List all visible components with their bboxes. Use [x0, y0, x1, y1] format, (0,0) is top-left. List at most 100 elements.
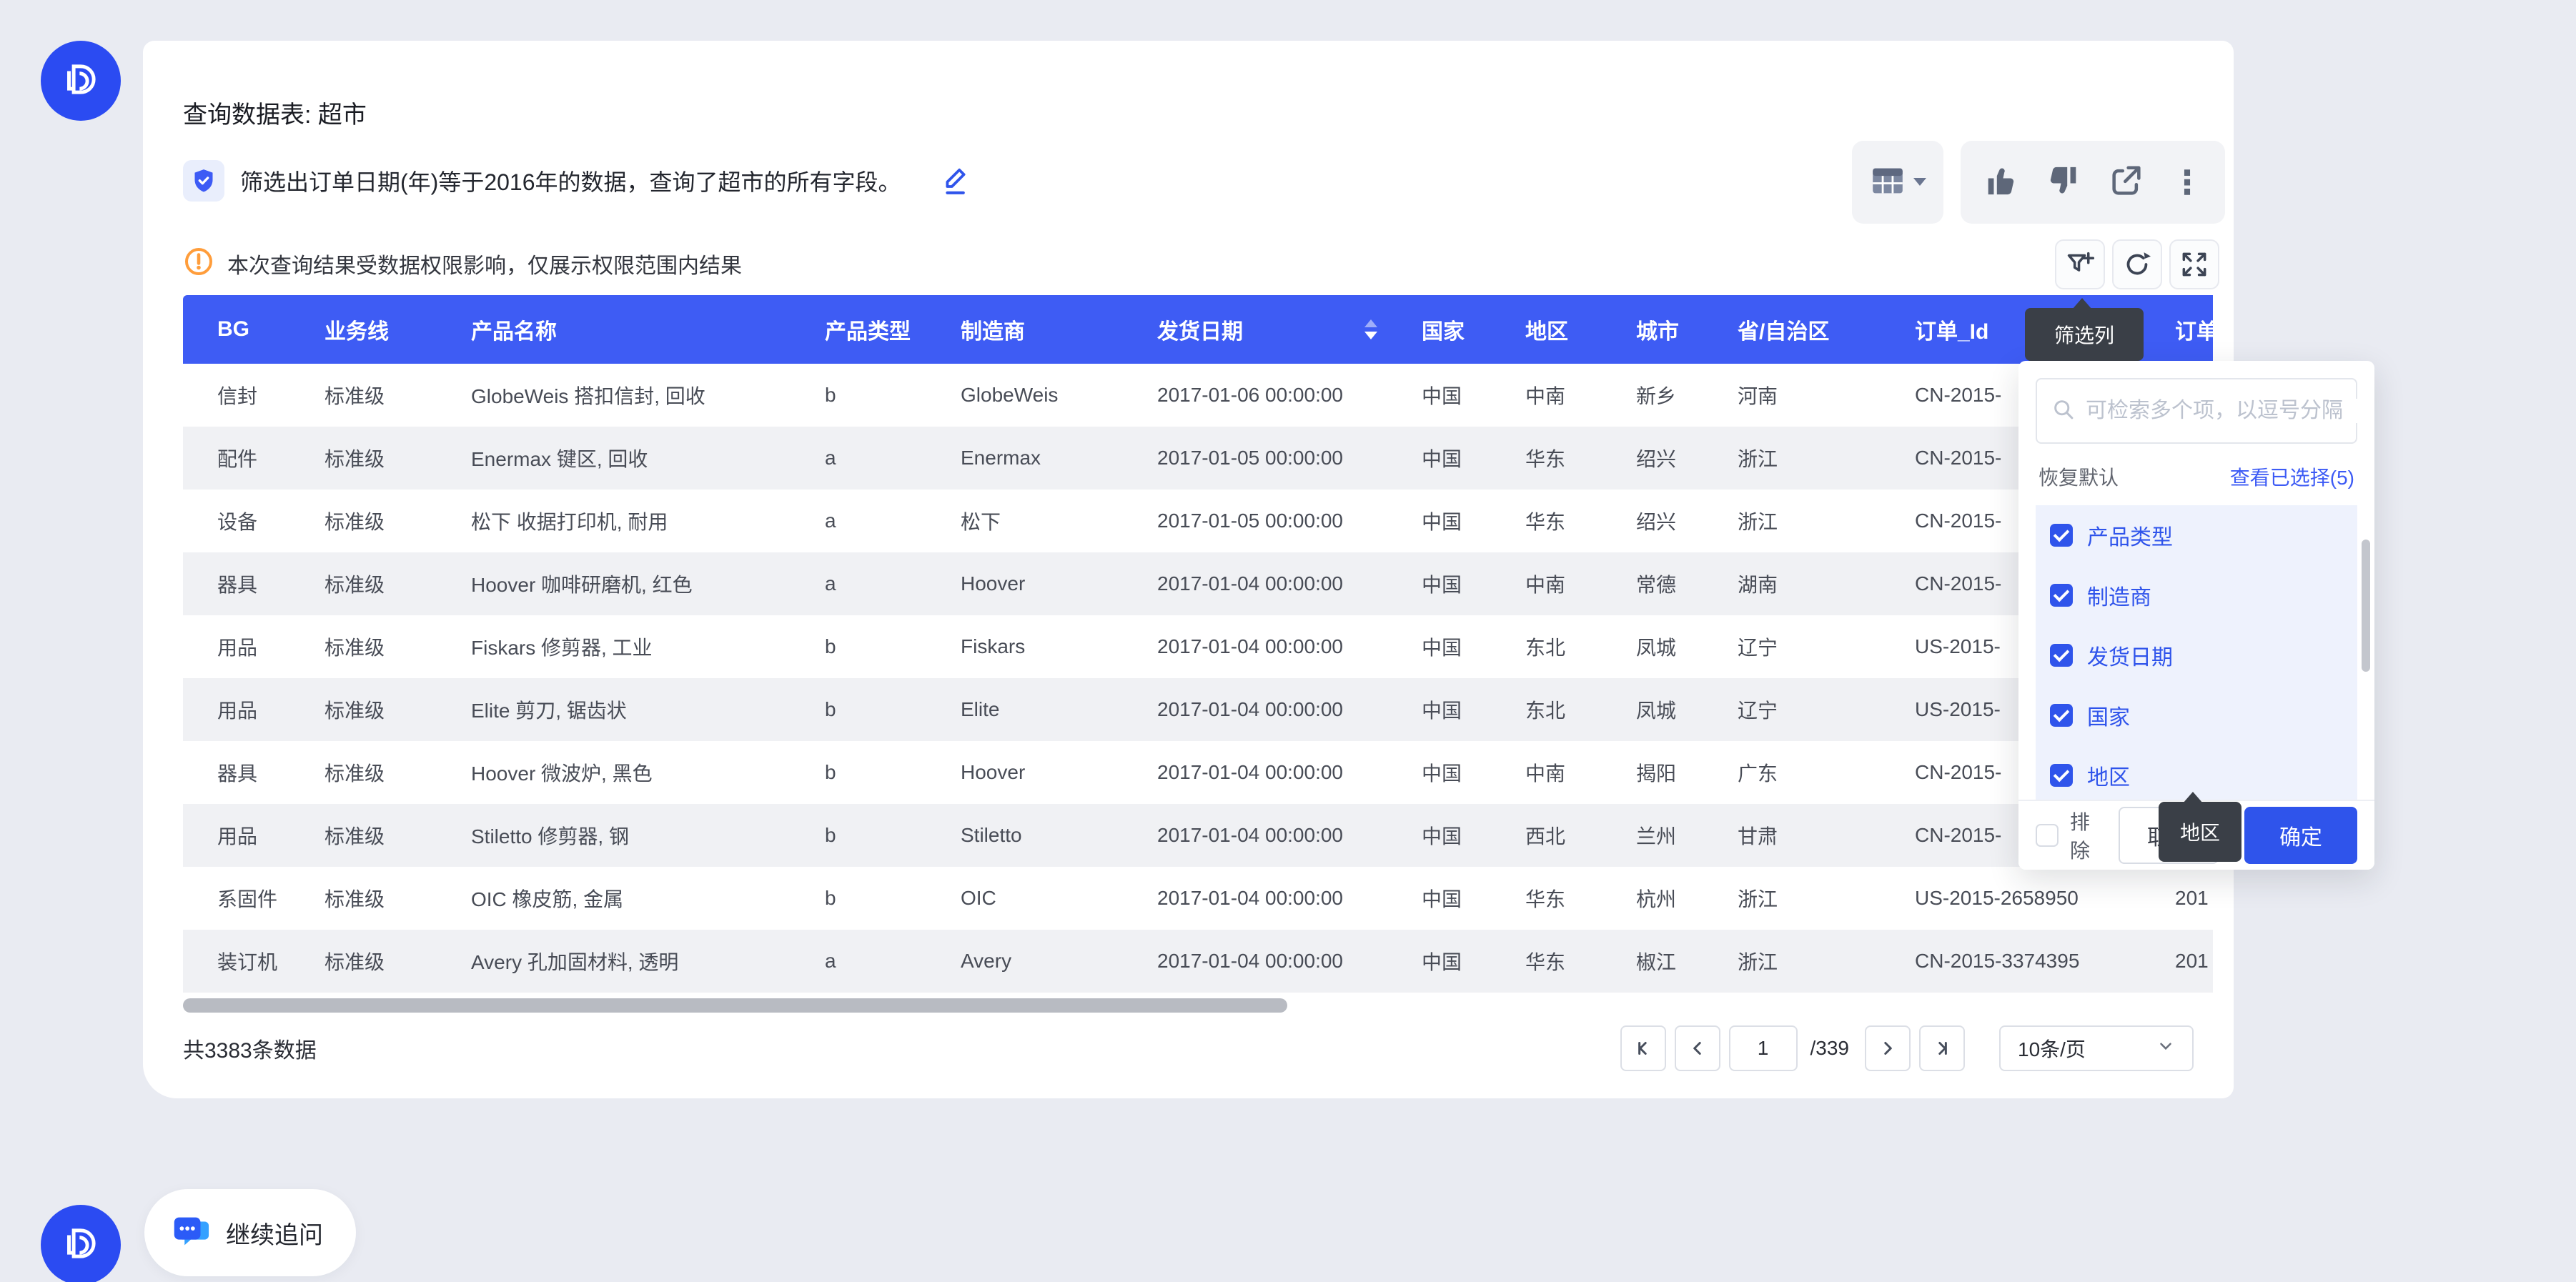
table-row[interactable]: 信封标准级GlobeWeis 搭扣信封, 回收bGlobeWeis2017-01…: [183, 364, 2213, 427]
table-cell: 2017-01-04 00:00:00: [1123, 615, 1387, 678]
table-cell: 中南: [1491, 552, 1602, 615]
table-cell: Fiskars: [926, 615, 1123, 678]
table-row[interactable]: 用品标准级Stiletto 修剪器, 钢bStiletto2017-01-04 …: [183, 804, 2213, 867]
table-cell: 绍兴: [1602, 490, 1703, 552]
checkbox[interactable]: [2050, 764, 2073, 787]
checkbox[interactable]: [2050, 704, 2073, 727]
table-cell: 2017-01-04 00:00:00: [1123, 552, 1387, 615]
filter-columns-button[interactable]: [2055, 239, 2105, 289]
column-header[interactable]: 省/自治区: [1703, 295, 1881, 364]
table-cell: 标准级: [290, 930, 437, 993]
chevron-down-icon: [1913, 178, 1926, 192]
table-cell: 华东: [1491, 490, 1602, 552]
table-cell: 中国: [1387, 552, 1491, 615]
column-filter-item[interactable]: 国家: [2036, 685, 2357, 745]
table-row[interactable]: 器具标准级Hoover 微波炉, 黑色bHoover2017-01-04 00:…: [183, 741, 2213, 804]
table-cell: Elite 剪刀, 锯齿状: [437, 678, 791, 741]
column-filter-item[interactable]: 产品类型: [2036, 505, 2357, 565]
popup-search-field[interactable]: [2036, 378, 2357, 444]
table-cell: 广东: [1703, 741, 1881, 804]
checkbox[interactable]: [2050, 644, 2073, 667]
table-cell: 2017-01-05 00:00:00: [1123, 427, 1387, 490]
fullscreen-button[interactable]: [2169, 239, 2219, 289]
column-header[interactable]: 国家: [1387, 295, 1491, 364]
table-row[interactable]: 用品标准级Elite 剪刀, 锯齿状bElite2017-01-04 00:00…: [183, 678, 2213, 741]
more-menu-button[interactable]: ⋮: [2171, 166, 2204, 199]
table-cell: 甘肃: [1703, 804, 1881, 867]
table-row[interactable]: 装订机标准级Avery 孔加固材料, 透明aAvery2017-01-04 00…: [183, 930, 2213, 993]
pagination: /339 10条/页: [1620, 1025, 2194, 1071]
column-filter-label: 产品类型: [2087, 520, 2173, 551]
table-cell: Hoover: [926, 741, 1123, 804]
column-header[interactable]: 城市: [1602, 295, 1703, 364]
table-cell: b: [791, 867, 926, 930]
table-cell: 中国: [1387, 930, 1491, 993]
column-filter-item[interactable]: 制造商: [2036, 565, 2357, 625]
horizontal-scrollbar[interactable]: [183, 998, 2213, 1013]
table-cell: 湖南: [1703, 552, 1881, 615]
checkbox[interactable]: [2050, 584, 2073, 607]
view-selected-link[interactable]: 查看已选择(5): [2230, 462, 2354, 491]
share-button[interactable]: [2108, 162, 2145, 203]
followup-button[interactable]: 继续追问: [144, 1189, 356, 1276]
permission-notice: 本次查询结果受数据权限影响，仅展示权限范围内结果: [183, 246, 2194, 281]
view-switcher-button[interactable]: [1852, 141, 1943, 224]
table-cell: 设备: [183, 490, 290, 552]
column-header[interactable]: 发货日期: [1123, 295, 1387, 364]
popup-scrollbar-thumb[interactable]: [2362, 540, 2370, 672]
column-filter-item[interactable]: 发货日期: [2036, 625, 2357, 685]
table-cell: 用品: [183, 678, 290, 741]
popup-column-list: 产品类型制造商发货日期国家地区城市: [2036, 505, 2357, 818]
column-header[interactable]: 订单日期: [2141, 295, 2213, 364]
assistant-avatar: [41, 41, 121, 121]
table-header-row: BG业务线产品名称产品类型制造商发货日期国家地区城市省/自治区订单_Id订单日期: [183, 295, 2213, 364]
exclude-label: 排除: [2070, 807, 2107, 864]
table-row[interactable]: 系固件标准级OIC 橡皮筋, 金属bOIC2017-01-04 00:00:00…: [183, 867, 2213, 930]
refresh-button[interactable]: [2112, 239, 2162, 289]
table-row[interactable]: 设备标准级松下 收据打印机, 耐用a松下2017-01-05 00:00:00中…: [183, 490, 2213, 552]
page-size-value: 10条/页: [2018, 1034, 2086, 1063]
table-cell: 信封: [183, 364, 290, 427]
feedback-group: ⋮: [1961, 141, 2225, 224]
last-page-button[interactable]: [1919, 1025, 1965, 1071]
table-cell: Enermax: [926, 427, 1123, 490]
table-row[interactable]: 器具标准级Hoover 咖啡研磨机, 红色aHoover2017-01-04 0…: [183, 552, 2213, 615]
column-filter-label: 国家: [2087, 700, 2130, 731]
checkbox[interactable]: [2050, 524, 2073, 547]
table-cell: 标准级: [290, 427, 437, 490]
table-footer: 共3383条数据 /339: [183, 1025, 2194, 1071]
table-cell: 中国: [1387, 678, 1491, 741]
column-header[interactable]: 业务线: [290, 295, 437, 364]
d-logo-icon: [57, 56, 104, 106]
table-cell: 东北: [1491, 615, 1602, 678]
page-size-select[interactable]: 10条/页: [1999, 1025, 2194, 1071]
table-row[interactable]: 配件标准级Enermax 键区, 回收aEnermax2017-01-05 00…: [183, 427, 2213, 490]
prev-page-button[interactable]: [1675, 1025, 1720, 1071]
table-row[interactable]: 用品标准级Fiskars 修剪器, 工业bFiskars2017-01-04 0…: [183, 615, 2213, 678]
next-page-button[interactable]: [1865, 1025, 1911, 1071]
reset-default-link[interactable]: 恢复默认: [2038, 462, 2119, 491]
column-header[interactable]: 地区: [1491, 295, 1602, 364]
column-filter-label: 制造商: [2087, 580, 2151, 611]
table-cell: 标准级: [290, 615, 437, 678]
exclude-checkbox[interactable]: [2036, 824, 2059, 847]
sort-icon[interactable]: [1364, 319, 1377, 339]
first-page-button[interactable]: [1620, 1025, 1666, 1071]
edit-query-button[interactable]: [937, 164, 971, 198]
column-header[interactable]: 制造商: [926, 295, 1123, 364]
column-header[interactable]: BG: [183, 295, 290, 364]
horizontal-scrollbar-thumb[interactable]: [183, 998, 1287, 1013]
table-cell: Stiletto 修剪器, 钢: [437, 804, 791, 867]
table-cell: 中南: [1491, 741, 1602, 804]
confirm-button[interactable]: 确定: [2244, 807, 2357, 864]
thumbs-up-button[interactable]: [1982, 162, 2019, 203]
table-cell: 辽宁: [1703, 678, 1881, 741]
popup-search-input[interactable]: [2086, 399, 2362, 423]
table-cell: 华东: [1491, 867, 1602, 930]
thumbs-down-button[interactable]: [2045, 162, 2082, 203]
column-header[interactable]: 产品类型: [791, 295, 926, 364]
table-cell: 装订机: [183, 930, 290, 993]
result-table: BG业务线产品名称产品类型制造商发货日期国家地区城市省/自治区订单_Id订单日期…: [183, 295, 2213, 993]
column-header[interactable]: 产品名称: [437, 295, 791, 364]
page-number-input[interactable]: [1729, 1025, 1798, 1071]
